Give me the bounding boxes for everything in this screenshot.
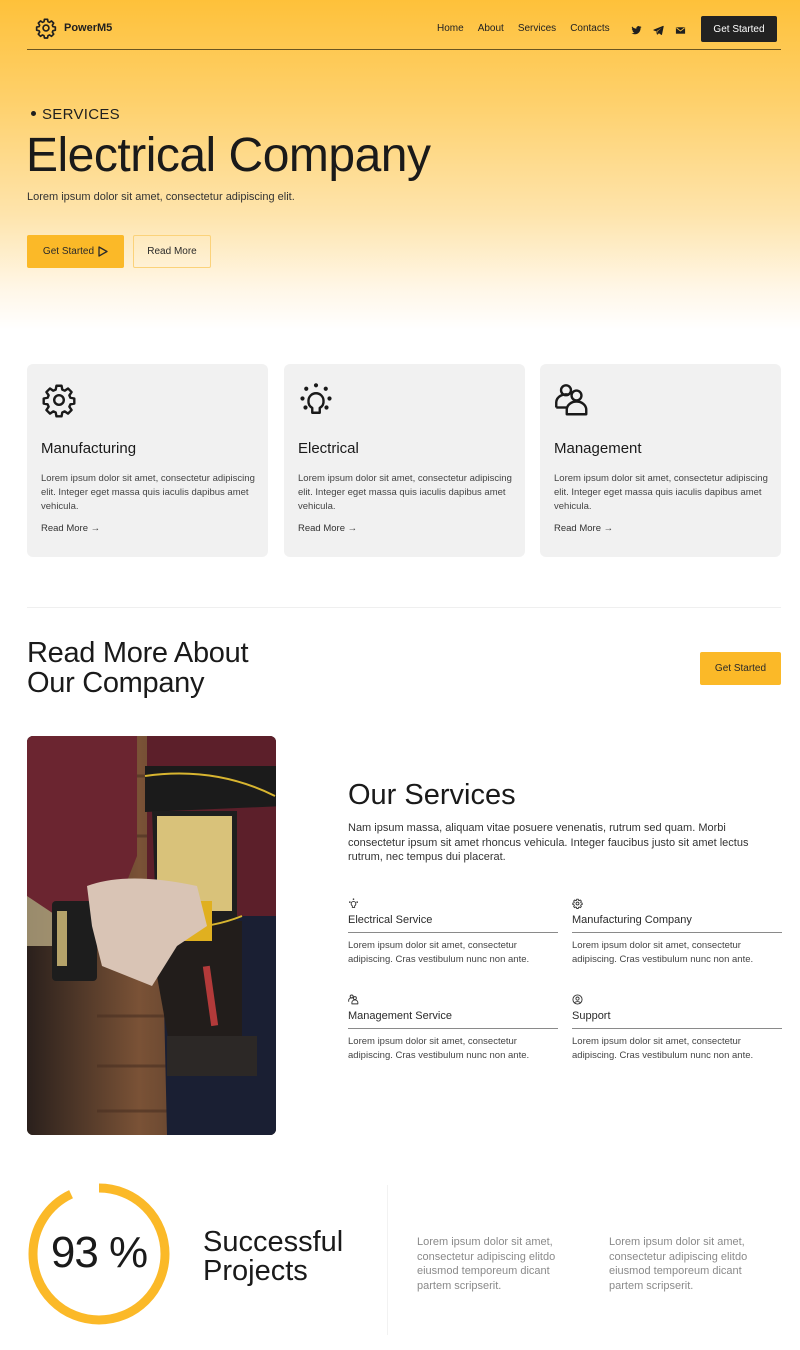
about-title: Read More About Our Company: [27, 637, 249, 699]
telegram-icon[interactable]: [653, 23, 664, 35]
hero-eyebrow: SERVICES: [31, 106, 120, 123]
service-item-title: Manufacturing Company: [572, 914, 782, 933]
twitter-icon[interactable]: [631, 23, 642, 35]
card-title: Management: [554, 440, 642, 457]
nav-link-contacts[interactable]: Contacts: [570, 23, 609, 34]
about-get-started-button[interactable]: Get Started: [700, 652, 781, 685]
feature-card-management: Management Lorem ipsum dolor sit amet, c…: [540, 364, 781, 557]
services-title: Our Services: [348, 779, 516, 811]
worker-illustration: [27, 736, 276, 1135]
logo[interactable]: PowerM5: [35, 17, 112, 39]
feature-card-electrical: Electrical Lorem ipsum dolor sit amet, c…: [284, 364, 525, 557]
services-description: Nam ipsum massa, aliquam vitae posuere v…: [348, 822, 749, 863]
service-item-text: Lorem ipsum dolor sit amet, consectetur …: [572, 1036, 754, 1061]
top-navigation: PowerM5 Home About Services Contacts Get…: [27, 0, 781, 50]
feature-card-manufacturing: Manufacturing Lorem ipsum dolor sit amet…: [27, 364, 268, 557]
hero-title: Electrical Company: [26, 129, 431, 182]
stat-text: Lorem ipsum dolor sit amet, consectetur …: [417, 1236, 556, 1292]
service-item-title: Support: [572, 1010, 782, 1029]
nav-link-home[interactable]: Home: [437, 23, 464, 34]
nav-link-services[interactable]: Services: [518, 23, 556, 34]
stat-label: Successful Projects: [203, 1228, 343, 1286]
stat-label-line1: Successful: [203, 1226, 344, 1258]
lightbulb-icon: [300, 383, 332, 414]
gear-icon: [572, 898, 583, 909]
hero-get-started-button[interactable]: Get Started: [27, 235, 124, 268]
card-title: Electrical: [298, 440, 359, 457]
user-circle-icon: [572, 994, 583, 1005]
hero-get-started-label: Get Started: [42, 246, 95, 257]
about-title-line2: Our Company: [27, 667, 205, 699]
stat-value: 93 %: [50, 1228, 148, 1277]
social-links: [631, 23, 697, 35]
card-title: Manufacturing: [41, 440, 137, 457]
card-read-more-link[interactable]: Read More →: [554, 523, 613, 534]
nav-links: Home About Services Contacts: [437, 23, 624, 34]
service-item-support: Support Lorem ipsum dolor sit amet, cons…: [572, 994, 782, 1063]
card-read-more-link[interactable]: Read More →: [41, 523, 100, 534]
brand-name: PowerM5: [64, 22, 113, 34]
gear-icon: [42, 384, 76, 418]
service-item-text: Lorem ipsum dolor sit amet, consectetur …: [348, 940, 530, 965]
card-text: Lorem ipsum dolor sit amet, consectetur …: [298, 473, 512, 512]
mail-icon[interactable]: [675, 23, 686, 34]
service-item-text: Lorem ipsum dolor sit amet, consectetur …: [572, 940, 754, 965]
service-item-text: Lorem ipsum dolor sit amet, consectetur …: [348, 1036, 530, 1061]
users-icon: [348, 994, 359, 1005]
card-read-more-link[interactable]: Read More →: [298, 523, 357, 534]
service-item-title: Electrical Service: [348, 914, 558, 933]
worker-photo: [27, 736, 276, 1135]
hero-read-more-button[interactable]: Read More: [133, 235, 211, 268]
section-divider: [27, 607, 781, 608]
nav-get-started-button[interactable]: Get Started: [701, 16, 777, 42]
service-item-electrical: Electrical Service Lorem ipsum dolor sit…: [348, 898, 558, 967]
about-title-line1: Read More About: [27, 637, 249, 669]
card-text: Lorem ipsum dolor sit amet, consectetur …: [41, 473, 255, 512]
service-item-manufacturing: Manufacturing Company Lorem ipsum dolor …: [572, 898, 782, 967]
users-icon: [555, 384, 588, 416]
stat-label-line2: Projects: [203, 1255, 308, 1287]
play-icon: [98, 246, 108, 257]
stat-text: Lorem ipsum dolor sit amet, consectetur …: [609, 1236, 748, 1292]
card-text: Lorem ipsum dolor sit amet, consectetur …: [554, 473, 768, 512]
hero-subtitle: Lorem ipsum dolor sit amet, consectetur …: [27, 191, 295, 203]
service-item-management: Management Service Lorem ipsum dolor sit…: [348, 994, 558, 1063]
nav-link-about[interactable]: About: [478, 23, 504, 34]
lightbulb-icon: [349, 898, 358, 908]
stats-divider: [387, 1185, 388, 1335]
gear-icon: [35, 18, 57, 39]
service-item-title: Management Service: [348, 1010, 558, 1029]
